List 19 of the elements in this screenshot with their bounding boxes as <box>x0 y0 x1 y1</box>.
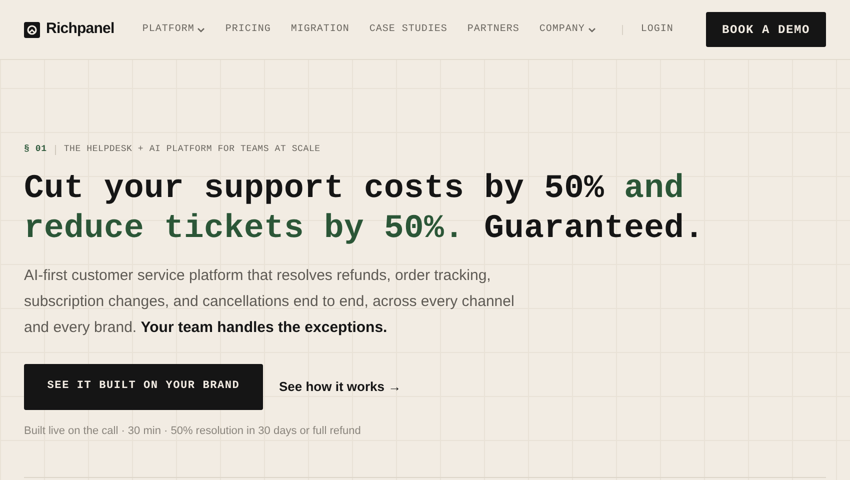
nav-link[interactable]: COMPANY <box>539 22 596 37</box>
logo-icon <box>24 22 40 38</box>
footnote-text: Built live on the call · 30 min · 50% resolution in 30 days or full refund <box>24 424 362 438</box>
brand-name[interactable]: Richpanel <box>46 18 114 41</box>
nav-link[interactable]: MIGRATION <box>290 22 350 37</box>
hero-headline: Cut your support costs by 50% and reduce tickets by 50%. Guaranteed. <box>24 168 706 248</box>
book-demo-button[interactable]: BOOK A DEMO <box>706 12 826 47</box>
primary-cta-button[interactable]: SEE IT BUILT ON YOUR BRAND <box>24 364 263 410</box>
chevron-down-icon <box>588 26 596 32</box>
section-number: § 01 <box>24 143 47 156</box>
hero-description: AI-first customer service platform that resolves refunds, order tracking, subscription changes, and cancellations end to end, across every channel and every brand. Your team handles the exceptions. <box>24 266 516 338</box>
chevron-down-icon <box>197 26 206 32</box>
nav-link[interactable]: CASE STUDIES <box>369 22 448 37</box>
how-it-works-link[interactable]: See how it works → <box>279 376 402 396</box>
nav-link[interactable]: PRICING <box>225 22 271 37</box>
login-link[interactable]: LOGIN <box>640 22 674 37</box>
eyebrow-text: THE HELPDESK + AI PLATFORM FOR TEAMS AT SCALE <box>64 143 320 156</box>
nav-link[interactable]: PLATFORM <box>142 22 206 37</box>
nav-link[interactable]: PARTNERS <box>467 22 520 37</box>
